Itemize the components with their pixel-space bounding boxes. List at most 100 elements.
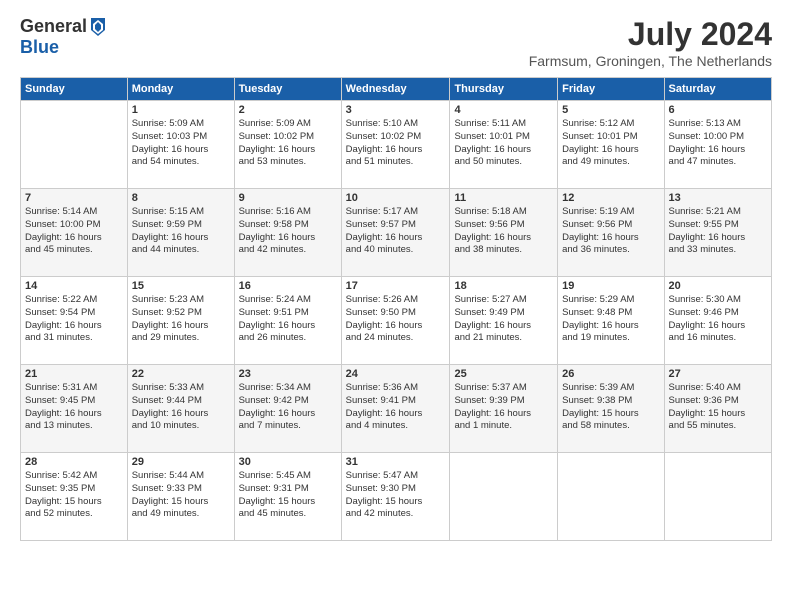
cell-content: Sunrise: 5:19 AM Sunset: 9:56 PM Dayligh… xyxy=(562,206,659,257)
month-title: July 2024 xyxy=(529,16,772,53)
calendar-cell: 13 Sunrise: 5:21 AM Sunset: 9:55 PM Dayli… xyxy=(664,189,771,277)
day-number: 12 xyxy=(562,192,659,204)
cell-content: Sunrise: 5:39 AM Sunset: 9:38 PM Dayligh… xyxy=(562,382,659,433)
cell-content: Sunrise: 5:36 AM Sunset: 9:41 PM Dayligh… xyxy=(346,382,446,433)
calendar-cell: 30Sunrise: 5:45 AM Sunset: 9:31 PM Dayli… xyxy=(234,453,341,541)
calendar-cell: 16 Sunrise: 5:24 AM Sunset: 9:51 PM Dayli… xyxy=(234,277,341,365)
day-number: 2 xyxy=(239,104,337,116)
day-number: 28 xyxy=(25,456,123,468)
cell-content: Sunrise: 5:11 AM Sunset: 10:01 PM Daylig… xyxy=(454,118,553,169)
calendar-cell: 9 Sunrise: 5:16 AM Sunset: 9:58 PM Daylig… xyxy=(234,189,341,277)
day-number: 18 xyxy=(454,280,553,292)
day-number: 23 xyxy=(239,368,337,380)
day-number: 25 xyxy=(454,368,553,380)
calendar-cell: 21 Sunrise: 5:31 AM Sunset: 9:45 PM Dayli… xyxy=(21,365,128,453)
header-wednesday: Wednesday xyxy=(341,78,450,101)
cell-content: Sunrise: 5:44 AM Sunset: 9:33 PM Dayligh… xyxy=(132,470,230,521)
header-monday: Monday xyxy=(127,78,234,101)
cell-content: Sunrise: 5:15 AM Sunset: 9:59 PM Dayligh… xyxy=(132,206,230,257)
calendar-cell: 24 Sunrise: 5:36 AM Sunset: 9:41 PM Dayli… xyxy=(341,365,450,453)
calendar-cell: 19 Sunrise: 5:29 AM Sunset: 9:48 PM Dayli… xyxy=(558,277,664,365)
cell-content: Sunrise: 5:34 AM Sunset: 9:42 PM Dayligh… xyxy=(239,382,337,433)
calendar-cell xyxy=(558,453,664,541)
weekday-header-row: Sunday Monday Tuesday Wednesday Thursday… xyxy=(21,78,772,101)
day-number: 30 xyxy=(239,456,337,468)
logo: General Blue xyxy=(20,16,107,58)
day-number: 13 xyxy=(669,192,767,204)
day-number: 8 xyxy=(132,192,230,204)
calendar-cell: 15Sunrise: 5:23 AM Sunset: 9:52 PM Dayli… xyxy=(127,277,234,365)
cell-content: Sunrise: 5:29 AM Sunset: 9:48 PM Dayligh… xyxy=(562,294,659,345)
cell-content: Sunrise: 5:33 AM Sunset: 9:44 PM Dayligh… xyxy=(132,382,230,433)
calendar-cell xyxy=(21,101,128,189)
calendar-cell: 20 Sunrise: 5:30 AM Sunset: 9:46 PM Dayli… xyxy=(664,277,771,365)
cell-content: Sunrise: 5:24 AM Sunset: 9:51 PM Dayligh… xyxy=(239,294,337,345)
cell-content: Sunrise: 5:16 AM Sunset: 9:58 PM Dayligh… xyxy=(239,206,337,257)
day-number: 9 xyxy=(239,192,337,204)
calendar-cell: 27Sunrise: 5:40 AM Sunset: 9:36 PM Dayli… xyxy=(664,365,771,453)
calendar-cell xyxy=(450,453,558,541)
day-number: 15 xyxy=(132,280,230,292)
cell-content: Sunrise: 5:10 AM Sunset: 10:02 PM Daylig… xyxy=(346,118,446,169)
calendar-page: General Blue July 2024 Farmsum, Groninge… xyxy=(0,0,792,612)
cell-content: Sunrise: 5:26 AM Sunset: 9:50 PM Dayligh… xyxy=(346,294,446,345)
calendar-cell: 12 Sunrise: 5:19 AM Sunset: 9:56 PM Dayli… xyxy=(558,189,664,277)
day-number: 14 xyxy=(25,280,123,292)
calendar-cell: 17 Sunrise: 5:26 AM Sunset: 9:50 PM Dayli… xyxy=(341,277,450,365)
day-number: 29 xyxy=(132,456,230,468)
day-number: 10 xyxy=(346,192,446,204)
day-number: 26 xyxy=(562,368,659,380)
day-number: 19 xyxy=(562,280,659,292)
day-number: 5 xyxy=(562,104,659,116)
logo-text: General Blue xyxy=(20,16,107,58)
calendar-cell: 6Sunrise: 5:13 AM Sunset: 10:00 PM Dayli… xyxy=(664,101,771,189)
calendar-cell: 11Sunrise: 5:18 AM Sunset: 9:56 PM Dayli… xyxy=(450,189,558,277)
calendar-cell: 10 Sunrise: 5:17 AM Sunset: 9:57 PM Dayli… xyxy=(341,189,450,277)
calendar-cell: 5 Sunrise: 5:12 AM Sunset: 10:01 PM Dayli… xyxy=(558,101,664,189)
week-row-4: 21 Sunrise: 5:31 AM Sunset: 9:45 PM Dayli… xyxy=(21,365,772,453)
day-number: 27 xyxy=(669,368,767,380)
cell-content: Sunrise: 5:42 AM Sunset: 9:35 PM Dayligh… xyxy=(25,470,123,521)
cell-content: Sunrise: 5:30 AM Sunset: 9:46 PM Dayligh… xyxy=(669,294,767,345)
page-header: General Blue July 2024 Farmsum, Groninge… xyxy=(20,16,772,69)
day-number: 4 xyxy=(454,104,553,116)
header-thursday: Thursday xyxy=(450,78,558,101)
calendar-cell: 8 Sunrise: 5:15 AM Sunset: 9:59 PM Daylig… xyxy=(127,189,234,277)
calendar-cell: 2 Sunrise: 5:09 AM Sunset: 10:02 PM Dayli… xyxy=(234,101,341,189)
calendar-cell xyxy=(664,453,771,541)
cell-content: Sunrise: 5:13 AM Sunset: 10:00 PM Daylig… xyxy=(669,118,767,169)
header-tuesday: Tuesday xyxy=(234,78,341,101)
day-number: 21 xyxy=(25,368,123,380)
day-number: 24 xyxy=(346,368,446,380)
day-number: 17 xyxy=(346,280,446,292)
cell-content: Sunrise: 5:09 AM Sunset: 10:02 PM Daylig… xyxy=(239,118,337,169)
cell-content: Sunrise: 5:17 AM Sunset: 9:57 PM Dayligh… xyxy=(346,206,446,257)
calendar-cell: 14Sunrise: 5:22 AM Sunset: 9:54 PM Dayli… xyxy=(21,277,128,365)
calendar-cell: 22 Sunrise: 5:33 AM Sunset: 9:44 PM Dayli… xyxy=(127,365,234,453)
day-number: 16 xyxy=(239,280,337,292)
header-saturday: Saturday xyxy=(664,78,771,101)
calendar-cell: 7 Sunrise: 5:14 AM Sunset: 10:00 PM Dayli… xyxy=(21,189,128,277)
cell-content: Sunrise: 5:27 AM Sunset: 9:49 PM Dayligh… xyxy=(454,294,553,345)
day-number: 7 xyxy=(25,192,123,204)
location: Farmsum, Groningen, The Netherlands xyxy=(529,53,772,69)
day-number: 1 xyxy=(132,104,230,116)
week-row-5: 28 Sunrise: 5:42 AM Sunset: 9:35 PM Dayli… xyxy=(21,453,772,541)
cell-content: Sunrise: 5:18 AM Sunset: 9:56 PM Dayligh… xyxy=(454,206,553,257)
cell-content: Sunrise: 5:14 AM Sunset: 10:00 PM Daylig… xyxy=(25,206,123,257)
cell-content: Sunrise: 5:21 AM Sunset: 9:55 PM Dayligh… xyxy=(669,206,767,257)
calendar-cell: 1Sunrise: 5:09 AM Sunset: 10:03 PM Dayli… xyxy=(127,101,234,189)
header-friday: Friday xyxy=(558,78,664,101)
cell-content: Sunrise: 5:37 AM Sunset: 9:39 PM Dayligh… xyxy=(454,382,553,433)
calendar-cell: 18 Sunrise: 5:27 AM Sunset: 9:49 PM Dayli… xyxy=(450,277,558,365)
calendar-cell: 3Sunrise: 5:10 AM Sunset: 10:02 PM Dayli… xyxy=(341,101,450,189)
day-number: 22 xyxy=(132,368,230,380)
week-row-2: 7 Sunrise: 5:14 AM Sunset: 10:00 PM Dayli… xyxy=(21,189,772,277)
cell-content: Sunrise: 5:31 AM Sunset: 9:45 PM Dayligh… xyxy=(25,382,123,433)
calendar-cell: 23 Sunrise: 5:34 AM Sunset: 9:42 PM Dayli… xyxy=(234,365,341,453)
logo-blue: Blue xyxy=(20,38,107,58)
logo-icon xyxy=(89,16,107,38)
day-number: 20 xyxy=(669,280,767,292)
cell-content: Sunrise: 5:12 AM Sunset: 10:01 PM Daylig… xyxy=(562,118,659,169)
calendar-cell: 31Sunrise: 5:47 AM Sunset: 9:30 PM Dayli… xyxy=(341,453,450,541)
